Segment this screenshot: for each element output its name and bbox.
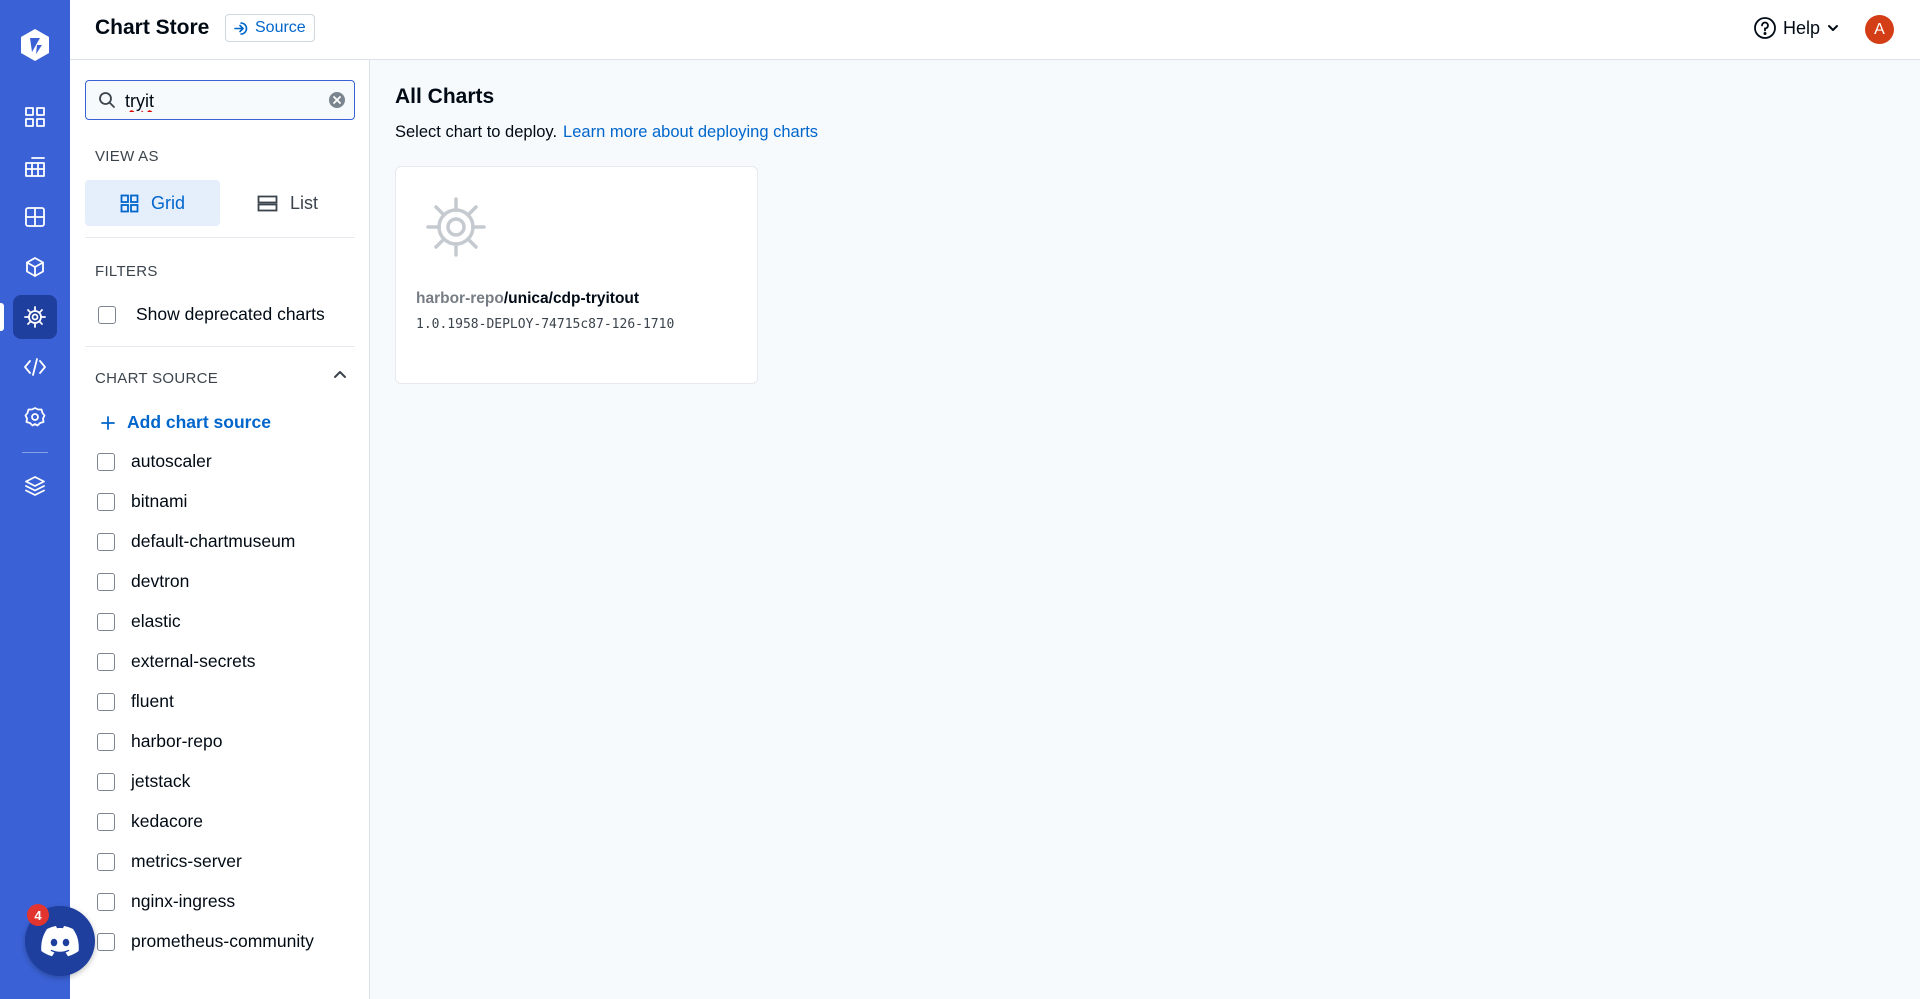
source-filter-item[interactable]: nginx-ingress [97, 891, 235, 912]
deploy-subtitle: Select chart to deploy. Learn more about … [395, 123, 818, 142]
chart-source-label: CHART SOURCE [95, 370, 219, 387]
discord-icon [41, 926, 79, 957]
source-checkbox[interactable] [97, 932, 115, 951]
discord-chat-button[interactable]: 4 [25, 904, 95, 976]
source-label: kedacore [131, 811, 203, 831]
nav-settings-gear-icon[interactable] [13, 395, 57, 439]
add-chart-source-label: Add chart source [127, 412, 271, 432]
chart-card[interactable]: harbor-repo/unica/cdp-tryitout 1.0.1958-… [395, 166, 758, 384]
source-label: harbor-repo [131, 731, 223, 751]
source-arrow-icon [234, 21, 248, 35]
chevron-up-icon[interactable] [332, 366, 348, 382]
filters-label: FILTERS [95, 263, 158, 280]
chevron-down-icon [1828, 25, 1839, 31]
source-filter-item[interactable]: autoscaler [97, 451, 212, 472]
plus-icon [101, 415, 115, 430]
chart-path: /unica/cdp-tryitout [503, 290, 640, 307]
filter-sidebar: VIEW AS Grid List FILTERS Show deprecate… [70, 60, 370, 999]
page-header: Chart Store Source Help A [70, 0, 1920, 60]
view-grid-label: Grid [150, 192, 185, 213]
help-menu[interactable]: Help [1753, 16, 1840, 40]
source-filter-item[interactable]: bitnami [97, 491, 187, 512]
source-filter-item[interactable]: elastic [97, 611, 181, 632]
source-filter-item[interactable]: default-chartmuseum [97, 531, 295, 552]
source-checkbox[interactable] [97, 452, 115, 471]
source-label: autoscaler [131, 451, 212, 471]
source-checkbox[interactable] [97, 692, 115, 711]
source-label: default-chartmuseum [131, 531, 296, 551]
source-filter-item[interactable]: external-secrets [97, 651, 256, 672]
source-button[interactable]: Source [225, 14, 315, 42]
clear-search-icon[interactable] [328, 91, 346, 109]
source-checkbox[interactable] [97, 572, 115, 591]
source-label: fluent [131, 691, 174, 711]
source-checkbox[interactable] [97, 732, 115, 751]
source-label: devtron [131, 571, 190, 591]
show-deprecated-checkbox[interactable] [98, 305, 116, 324]
source-filter-item[interactable]: kedacore [97, 811, 203, 832]
source-filter-item[interactable]: harbor-repo [97, 731, 222, 752]
source-checkbox[interactable] [97, 652, 115, 671]
search-input[interactable] [123, 87, 327, 115]
view-toggle: Grid List [85, 180, 355, 226]
show-deprecated-filter[interactable]: Show deprecated charts [98, 304, 325, 325]
source-label: bitnami [131, 491, 188, 511]
nav-applications-icon[interactable] [13, 95, 57, 139]
divider [85, 237, 355, 238]
source-label: nginx-ingress [131, 891, 236, 911]
source-filter-item[interactable]: prometheus-community [97, 931, 314, 952]
chart-repo: harbor-repo [416, 290, 504, 307]
grid-icon [120, 194, 139, 212]
source-checkbox[interactable] [97, 612, 115, 631]
source-label: elastic [131, 611, 181, 631]
nav-application-groups-icon[interactable] [13, 145, 57, 189]
nav-code-icon[interactable] [13, 345, 57, 389]
view-list-label: List [289, 192, 318, 213]
nav-resource-browser-icon[interactable] [13, 195, 57, 239]
source-checkbox[interactable] [97, 492, 115, 511]
user-avatar[interactable]: A [1865, 15, 1894, 44]
source-label: prometheus-community [131, 931, 314, 951]
source-label: metrics-server [131, 851, 242, 871]
view-as-label: VIEW AS [95, 148, 159, 165]
main-content: All Charts Select chart to deploy. Learn … [371, 60, 1920, 999]
source-filter-item[interactable]: metrics-server [97, 851, 242, 872]
help-label: Help [1783, 17, 1821, 38]
chart-name: harbor-repo/unica/cdp-tryitout [416, 290, 639, 308]
page-title: Chart Store [95, 16, 210, 39]
subtitle-text: Select chart to deploy. [395, 123, 558, 141]
source-label: external-secrets [131, 651, 256, 671]
show-deprecated-label: Show deprecated charts [136, 304, 325, 324]
learn-more-link[interactable]: Learn more about deploying charts [563, 123, 818, 141]
source-checkbox[interactable] [97, 532, 115, 551]
helm-chart-icon [426, 197, 486, 257]
nav-rail [0, 0, 70, 999]
all-charts-heading: All Charts [395, 85, 495, 108]
nav-chart-store-icon[interactable] [0, 295, 57, 339]
devtron-logo-icon[interactable] [18, 28, 52, 62]
source-checkbox[interactable] [97, 852, 115, 871]
source-label: jetstack [131, 771, 191, 791]
source-filter-item[interactable]: fluent [97, 691, 174, 712]
view-list-button[interactable]: List [220, 180, 355, 226]
source-checkbox[interactable] [97, 892, 115, 911]
source-checkbox[interactable] [97, 772, 115, 791]
list-icon [257, 195, 278, 211]
source-filter-item[interactable]: jetstack [97, 771, 190, 792]
help-question-icon [1754, 17, 1776, 39]
nav-stack-layers-icon[interactable] [13, 464, 57, 508]
divider [85, 346, 355, 347]
source-filter-item[interactable]: devtron [97, 571, 189, 592]
nav-separator [22, 452, 48, 453]
chart-version: 1.0.1958-DEPLOY-74715c87-126-1710 [416, 317, 675, 332]
notification-badge: 4 [27, 904, 49, 926]
nav-cube-icon[interactable] [13, 245, 57, 289]
search-box[interactable] [85, 80, 355, 120]
source-checkbox[interactable] [97, 812, 115, 831]
view-grid-button[interactable]: Grid [85, 180, 220, 226]
search-icon [99, 92, 115, 108]
source-button-label: Source [255, 19, 306, 36]
add-chart-source-link[interactable]: Add chart source [101, 412, 271, 433]
